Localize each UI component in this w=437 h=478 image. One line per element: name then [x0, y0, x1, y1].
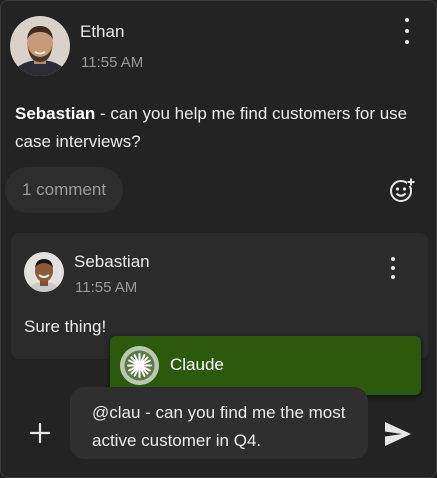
post-timestamp: 11:55 AM [81, 54, 144, 71]
post-message: Sebastian - can you help me find custome… [15, 100, 415, 156]
reply-author-name: Sebastian [74, 252, 150, 271]
comment-input[interactable]: @clau - can you find me the most active … [70, 387, 368, 459]
claude-logo-icon [120, 346, 159, 385]
add-emoji-icon[interactable] [389, 177, 415, 203]
reply-message: Sure thing! [24, 317, 107, 336]
comment-count-button[interactable]: 1 comment [5, 167, 123, 213]
reply-timestamp: 11:55 AM [75, 279, 138, 296]
post-mention[interactable]: Sebastian [15, 104, 95, 123]
sebastian-avatar[interactable] [24, 252, 64, 292]
mention-suggestion-label: Claude [170, 355, 224, 374]
reply-more-menu-icon[interactable] [385, 257, 401, 279]
post-author-name: Ethan [80, 22, 125, 41]
plus-icon[interactable] [28, 421, 52, 445]
post-more-menu-icon[interactable] [399, 18, 415, 44]
ethan-avatar[interactable] [10, 16, 70, 76]
comment-thread-panel: Ethan 11:55 AM Sebastian - can you help … [0, 0, 437, 478]
send-icon[interactable] [383, 420, 413, 448]
